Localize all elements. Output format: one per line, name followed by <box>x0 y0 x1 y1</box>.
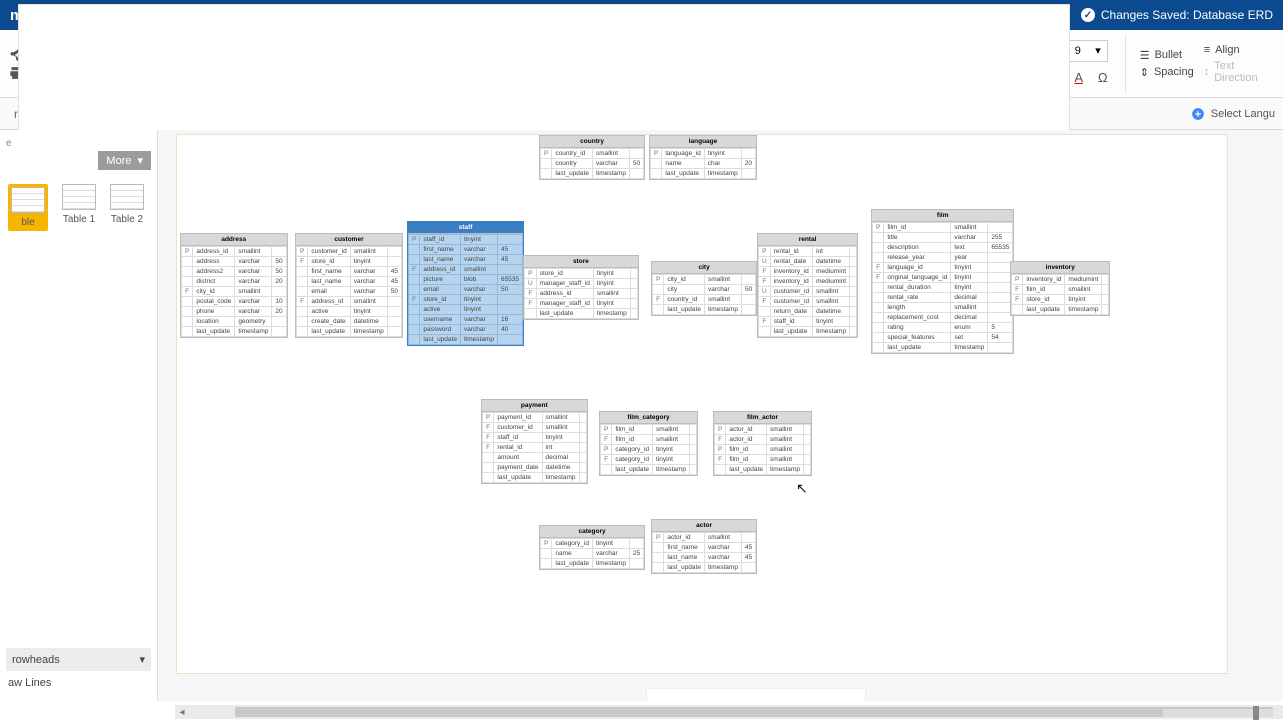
check-icon: ✓ <box>1081 8 1095 22</box>
zoom-handle[interactable] <box>1253 706 1259 720</box>
entity-film[interactable]: filmPfilm_idsmallinttitlevarchar255descr… <box>871 209 1014 354</box>
shape-template-table2[interactable]: Table 2 <box>110 184 144 231</box>
horizontal-scrollbar[interactable]: ◂ <box>175 705 1283 719</box>
save-status-text: Changes Saved: Database ERD <box>1101 8 1273 22</box>
arrowheads-section[interactable]: rowheads▾ <box>6 648 151 671</box>
symbol-button[interactable]: Ω <box>1093 68 1113 88</box>
drawlines-section[interactable]: aw Lines <box>6 671 151 695</box>
entity-country[interactable]: countryPcountry_idsmallintcountryvarchar… <box>539 135 645 180</box>
entity-rental[interactable]: rentalPrental_idintUrental_datedatetimeF… <box>757 233 858 338</box>
zoom-slider[interactable] <box>1163 709 1273 717</box>
canvas[interactable]: countryPcountry_idsmallintcountryvarchar… <box>158 130 1283 701</box>
font-size-select[interactable]: 9▾ <box>1068 40 1108 62</box>
tab-strip: nel Symbols Data✕ Page 1 + Select Langu <box>0 98 1283 130</box>
entity-store[interactable]: storePstore_idtinyintUmanager_staff_idti… <box>523 255 639 320</box>
entity-category[interactable]: categoryPcategory_idtinyintnamevarchar25… <box>539 525 645 570</box>
drawing-page-2[interactable]: film_textPfilm_idsmallinttitlevarchar255 <box>646 688 866 701</box>
entity-city[interactable]: cityPcity_idsmallintcityvarchar50Fcountr… <box>651 261 757 316</box>
entity-payment[interactable]: paymentPpayment_idsmallintFcustomer_idsm… <box>481 399 588 484</box>
entity-film_category[interactable]: film_categoryPfilm_idsmallintFfilm_idsma… <box>599 411 698 476</box>
entity-address[interactable]: addressPaddress_idsmallintaddressvarchar… <box>180 233 288 338</box>
spacing-button[interactable]: ⇕Spacing <box>1140 66 1194 79</box>
shape-template-ble[interactable]: ble <box>8 184 48 231</box>
entity-actor[interactable]: actorPactor_idsmallintfirst_namevarchar4… <box>651 519 757 574</box>
language-selector[interactable]: Select Langu <box>1191 107 1275 121</box>
more-button[interactable]: More▾ <box>98 151 151 170</box>
entity-language[interactable]: languagePlanguage_idtinyintnamechar20las… <box>649 135 757 180</box>
side-panel: e More▾ ble Table 1 Table 2 rowheads▾ aw… <box>0 130 158 701</box>
scrollbar-thumb[interactable] <box>235 707 1273 717</box>
bullet-button[interactable]: ☰Bullet <box>1140 49 1194 62</box>
google-icon <box>1191 107 1205 121</box>
entity-film_actor[interactable]: film_actorPactor_idsmallintFactor_idsmal… <box>713 411 812 476</box>
text-direction-button[interactable]: ↕Text Direction <box>1204 60 1263 84</box>
shape-template-table1[interactable]: Table 1 <box>62 184 96 231</box>
drawing-page[interactable]: countryPcountry_idsmallintcountryvarchar… <box>176 134 1228 674</box>
align-button[interactable]: ≡Align <box>1204 44 1263 56</box>
scroll-left-icon[interactable]: ◂ <box>175 707 189 718</box>
save-status: ✓ Changes Saved: Database ERD <box>1081 8 1273 22</box>
entity-staff[interactable]: staffPstaff_idtinyintfirst_namevarchar45… <box>407 221 524 346</box>
font-color-button[interactable]: A <box>1069 68 1089 88</box>
entity-customer[interactable]: customerPcustomer_idsmallintFstore_idtin… <box>295 233 403 338</box>
entity-inventory[interactable]: inventoryPinventory_idmediumintFfilm_ids… <box>1010 261 1110 316</box>
